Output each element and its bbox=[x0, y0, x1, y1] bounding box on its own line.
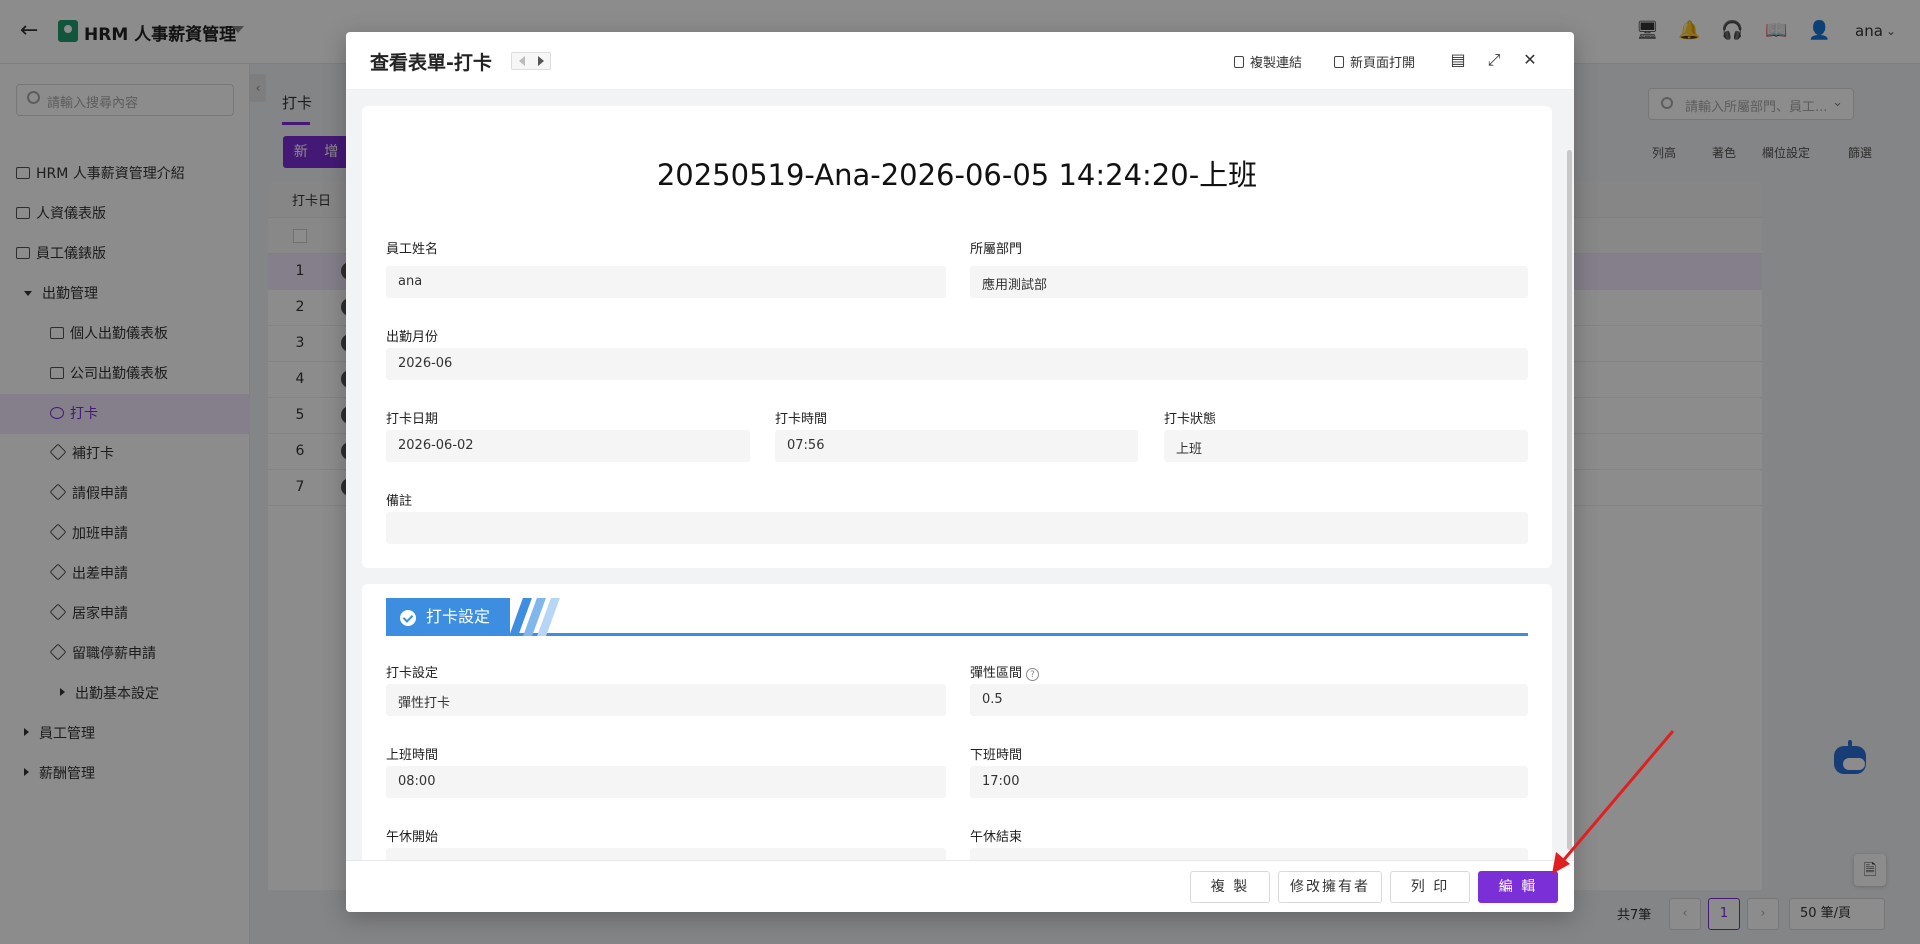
punch-setting-field: 彈性打卡 bbox=[386, 684, 946, 716]
remark-field bbox=[386, 512, 1528, 544]
main-fields-card: 20250519-Ana-2026-06-05 14:24:20-上班 員工姓名… bbox=[362, 106, 1552, 568]
dialog-scrollbar[interactable] bbox=[1567, 150, 1572, 850]
department-label: 所屬部門 bbox=[970, 242, 1023, 257]
dialog-footer: 複 製 修改擁有者 列 印 編 輯 bbox=[346, 860, 1574, 912]
punch-time-field: 07:56 bbox=[775, 430, 1138, 462]
copy-icon bbox=[1234, 56, 1244, 68]
dialog-body: 20250519-Ana-2026-06-05 14:24:20-上班 員工姓名… bbox=[346, 90, 1574, 892]
help-icon[interactable]: ? bbox=[1026, 668, 1040, 681]
close-icon[interactable]: ✕ bbox=[1520, 50, 1540, 70]
flex-interval-label: 彈性區間? bbox=[970, 662, 1040, 681]
prev-record-icon[interactable] bbox=[519, 56, 525, 66]
punch-status-field: 上班 bbox=[1164, 430, 1528, 462]
view-form-dialog: 查看表單-打卡 複製連結 新頁面打開 ▤ ⤢ ✕ 20250519-Ana-20… bbox=[346, 32, 1574, 912]
attendance-month-field: 2026-06 bbox=[386, 348, 1528, 380]
dialog-header: 查看表單-打卡 複製連結 新頁面打開 ▤ ⤢ ✕ bbox=[346, 32, 1574, 90]
punch-status-label: 打卡狀態 bbox=[1164, 412, 1217, 427]
section-header[interactable]: 打卡設定 bbox=[386, 598, 1528, 636]
flex-interval-field: 0.5 bbox=[970, 684, 1528, 716]
punch-setting-label: 打卡設定 bbox=[386, 666, 439, 681]
work-start-label: 上班時間 bbox=[386, 748, 439, 763]
record-title: 20250519-Ana-2026-06-05 14:24:20-上班 bbox=[656, 158, 1258, 192]
change-owner-button[interactable]: 修改擁有者 bbox=[1278, 871, 1382, 903]
copy-button[interactable]: 複 製 bbox=[1190, 871, 1270, 903]
punch-settings-card: 打卡設定 打卡設定 彈性打卡 彈性區間? 0.5 上班時間 08:00 下班時間… bbox=[362, 584, 1552, 892]
department-field: 應用測試部 bbox=[970, 266, 1528, 298]
record-navigation[interactable] bbox=[511, 52, 551, 70]
punch-time-label: 打卡時間 bbox=[775, 412, 828, 427]
lunch-end-label: 午休結束 bbox=[970, 830, 1023, 845]
section-title[interactable]: 打卡設定 bbox=[386, 598, 510, 636]
attendance-month-label: 出勤月份 bbox=[386, 330, 439, 345]
external-link-icon bbox=[1334, 56, 1344, 68]
work-end-label: 下班時間 bbox=[970, 748, 1023, 763]
employee-name-label: 員工姓名 bbox=[386, 242, 439, 257]
side-panel-icon[interactable]: ▤ bbox=[1448, 50, 1468, 70]
punch-date-field: 2026-06-02 bbox=[386, 430, 750, 462]
open-new-page-button[interactable]: 新頁面打開 bbox=[1334, 52, 1415, 71]
punch-date-label: 打卡日期 bbox=[386, 412, 439, 427]
print-button[interactable]: 列 印 bbox=[1390, 871, 1470, 903]
next-record-icon[interactable] bbox=[538, 56, 544, 66]
work-end-field: 17:00 bbox=[970, 766, 1528, 798]
dialog-title: 查看表單-打卡 bbox=[370, 52, 492, 74]
employee-name-field: ana bbox=[386, 266, 946, 298]
edit-button[interactable]: 編 輯 bbox=[1478, 871, 1558, 903]
copy-link-button[interactable]: 複製連結 bbox=[1234, 52, 1302, 71]
lunch-start-label: 午休開始 bbox=[386, 830, 439, 845]
fullscreen-icon[interactable]: ⤢ bbox=[1484, 50, 1504, 70]
remark-label: 備註 bbox=[386, 494, 413, 509]
work-start-field: 08:00 bbox=[386, 766, 946, 798]
check-circle-icon bbox=[400, 610, 416, 626]
